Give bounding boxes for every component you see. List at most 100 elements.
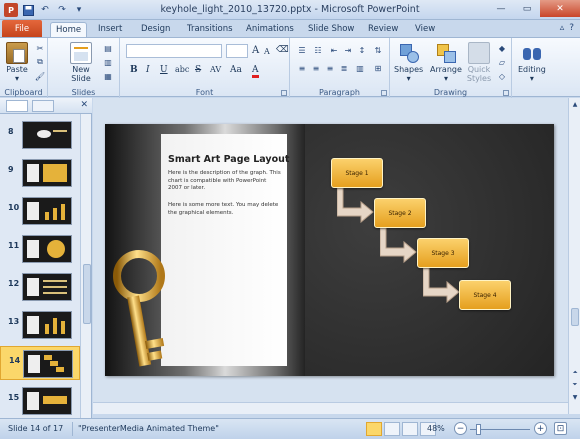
format-painter-icon[interactable]: 🖌 — [34, 70, 46, 82]
status-bar: Slide 14 of 17 "PresenterMedia Animated … — [0, 418, 580, 439]
paste-button[interactable]: Paste ▾ — [6, 42, 28, 83]
text-direction-icon[interactable]: ⇅ — [372, 44, 384, 56]
tab-review[interactable]: Review — [363, 22, 403, 37]
char-spacing-button[interactable]: AV — [210, 65, 221, 74]
stage-1-box[interactable]: Stage 1 — [331, 158, 383, 188]
tab-design[interactable]: Design — [136, 22, 175, 37]
font-color-button[interactable]: A — [252, 65, 259, 78]
normal-view-icon[interactable] — [366, 422, 382, 436]
section-icon[interactable]: ▦ — [102, 70, 114, 82]
tab-file[interactable]: File — [2, 20, 42, 37]
theme-name[interactable]: "PresenterMedia Animated Theme" — [78, 424, 219, 433]
slide-thumbnail[interactable]: 10 — [0, 194, 80, 228]
previous-slide-icon[interactable]: ⏶ — [570, 368, 580, 378]
convert-smartart-icon[interactable]: ⊞ — [372, 62, 384, 74]
fit-to-window-icon[interactable]: ⊡ — [554, 422, 567, 435]
slide-canvas[interactable]: Smart Art Page Layout Here is the descri… — [105, 124, 554, 376]
outline-tab[interactable] — [32, 100, 54, 112]
zoom-slider-handle[interactable] — [476, 424, 481, 435]
paragraph-dialog-launcher-icon[interactable] — [381, 90, 387, 96]
layout-icon[interactable]: ▤ — [102, 42, 114, 54]
slide-description[interactable]: Here is the description of the graph. Th… — [168, 170, 282, 193]
slide-thumbnail[interactable]: 12 — [0, 270, 80, 304]
zoom-out-icon[interactable]: − — [454, 422, 467, 435]
slide-thumbnail[interactable]: 13 — [0, 308, 80, 342]
tab-animations[interactable]: Animations — [241, 22, 299, 37]
slides-panel-scroll-thumb[interactable] — [83, 264, 91, 324]
italic-button[interactable]: I — [146, 65, 150, 75]
editing-dropdown-icon: ▾ — [529, 74, 534, 83]
font-dialog-launcher-icon[interactable] — [281, 90, 287, 96]
close-panel-icon[interactable]: ✕ — [80, 100, 88, 110]
shape-effects-icon[interactable]: ◇ — [496, 70, 508, 82]
vertical-scroll-thumb[interactable] — [571, 308, 579, 326]
tab-home[interactable]: Home — [50, 22, 88, 37]
tab-transitions[interactable]: Transitions — [182, 22, 238, 37]
bullets-icon[interactable]: ☰ — [296, 44, 308, 56]
columns-icon[interactable]: ▥ — [354, 62, 366, 74]
slide-number: 15 — [8, 393, 20, 402]
font-family-combo[interactable] — [126, 44, 222, 58]
shrink-font-icon[interactable]: A — [264, 47, 270, 56]
drawing-dialog-launcher-icon[interactable] — [503, 90, 509, 96]
slide-thumbnail[interactable]: 9 — [0, 156, 80, 190]
shape-outline-icon[interactable]: ▱ — [496, 56, 508, 68]
quick-styles-button[interactable]: Quick Styles — [464, 42, 494, 83]
align-left-icon[interactable]: ≡ — [296, 62, 308, 74]
slides-tab[interactable] — [6, 100, 28, 112]
justify-icon[interactable]: ≣ — [338, 62, 350, 74]
increase-indent-icon[interactable]: ⇥ — [342, 44, 354, 56]
slide-sorter-view-icon[interactable] — [384, 422, 400, 436]
minimize-icon[interactable]: — — [488, 0, 514, 17]
underline-button[interactable]: U — [160, 65, 168, 75]
grow-font-icon[interactable]: A — [252, 45, 259, 56]
shadow-button[interactable]: abc — [175, 65, 189, 74]
change-case-button[interactable]: Aa — [230, 65, 242, 75]
new-slide-button[interactable]: New Slide — [66, 42, 96, 83]
zoom-level[interactable]: 48% — [427, 424, 445, 433]
minimize-ribbon-icon[interactable]: ▵ — [560, 23, 565, 33]
arrange-button[interactable]: Arrange ▾ — [430, 42, 462, 83]
next-slide-icon[interactable]: ⏷ — [570, 380, 580, 390]
numbering-icon[interactable]: ☷ — [312, 44, 324, 56]
reading-view-icon[interactable] — [402, 422, 418, 436]
cut-icon[interactable]: ✂ — [34, 42, 46, 54]
clear-format-icon[interactable]: ⌫ — [276, 45, 289, 55]
zoom-in-icon[interactable]: + — [534, 422, 547, 435]
slides-panel-scrollbar[interactable] — [80, 114, 91, 418]
tab-insert[interactable]: Insert — [93, 22, 127, 37]
close-icon[interactable]: ✕ — [540, 0, 580, 17]
scroll-up-icon[interactable]: ▲ — [570, 99, 580, 109]
horizontal-scrollbar[interactable] — [93, 402, 568, 414]
align-center-icon[interactable]: ≡ — [310, 62, 322, 74]
scroll-down-icon[interactable]: ▼ — [570, 392, 580, 402]
vertical-scrollbar[interactable]: ▲ ⏶ ⏷ ▼ — [568, 98, 580, 414]
slide-thumbnail[interactable]: 8 — [0, 118, 80, 152]
maximize-icon[interactable]: ▭ — [514, 0, 540, 17]
editing-button[interactable]: Editing ▾ — [518, 42, 546, 83]
reset-icon[interactable]: ▥ — [102, 56, 114, 68]
stage-2-box[interactable]: Stage 2 — [374, 198, 426, 228]
tab-view[interactable]: View — [410, 22, 440, 37]
line-spacing-icon[interactable]: ↕ — [356, 44, 368, 56]
help-icon[interactable]: ? — [569, 23, 574, 33]
text-panel — [161, 134, 287, 366]
decrease-indent-icon[interactable]: ⇤ — [328, 44, 340, 56]
align-right-icon[interactable]: ≡ — [324, 62, 336, 74]
stage-3-box[interactable]: Stage 3 — [417, 238, 469, 268]
copy-icon[interactable]: ⧉ — [34, 56, 46, 68]
slide-thumbnail[interactable]: 11 — [0, 232, 80, 266]
stage-4-box[interactable]: Stage 4 — [459, 280, 511, 310]
paragraph-group: ☰ ☷ ⇤ ⇥ ↕ ⇅ ≡ ≡ ≡ ≣ ▥ ⊞ Paragraph — [290, 38, 390, 98]
shapes-button[interactable]: Shapes ▾ — [394, 42, 423, 83]
slide-thumbnail-selected[interactable]: 14 — [0, 346, 80, 380]
tab-slide-show[interactable]: Slide Show — [303, 22, 359, 37]
slide-more-text[interactable]: Here is some more text. You may delete t… — [168, 202, 282, 217]
bold-button[interactable]: B — [130, 65, 138, 75]
shape-fill-icon[interactable]: ◆ — [496, 42, 508, 54]
slide-thumbnail[interactable]: 15 — [0, 384, 80, 418]
font-size-combo[interactable] — [226, 44, 248, 58]
slide-title[interactable]: Smart Art Page Layout — [168, 154, 289, 165]
workspace: ✕ 8 9 10 11 12 13 14 15 Smart Art Page L… — [0, 98, 580, 418]
strikethrough-button[interactable]: S — [195, 65, 201, 75]
